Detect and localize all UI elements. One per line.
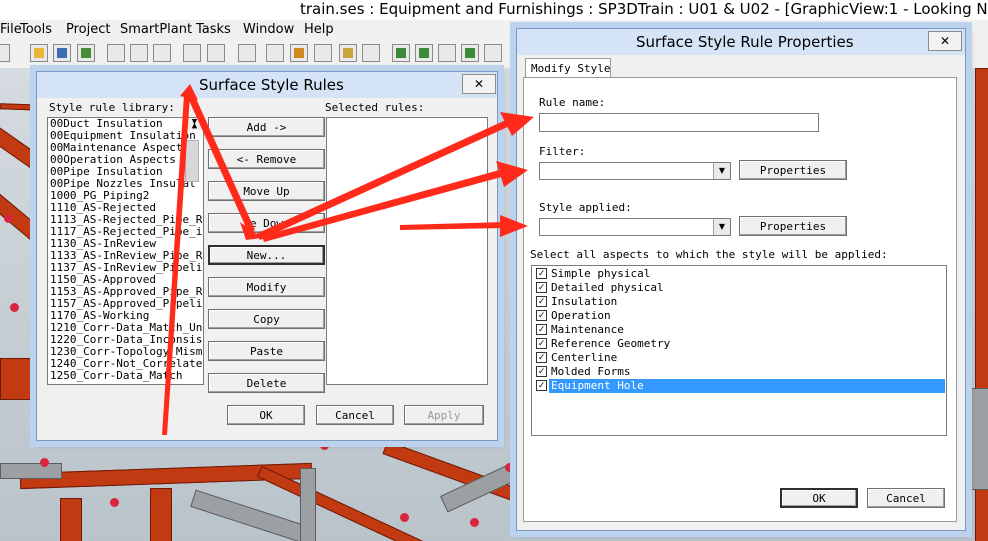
scroll-thumb[interactable] bbox=[185, 140, 199, 182]
rotate-icon[interactable] bbox=[207, 44, 225, 62]
properties-icon[interactable] bbox=[314, 44, 332, 62]
dialog-title: Surface Style Rule Properties bbox=[636, 33, 854, 51]
new-icon[interactable] bbox=[0, 44, 10, 62]
new-button[interactable]: New... bbox=[208, 245, 325, 265]
checkbox-checked-icon[interactable]: ✓ bbox=[536, 338, 547, 349]
menu-tasks[interactable]: Tasks bbox=[196, 22, 231, 37]
marker bbox=[505, 463, 514, 472]
menu-project[interactable]: Project bbox=[66, 22, 110, 37]
save-icon[interactable] bbox=[53, 44, 71, 62]
marker bbox=[4, 214, 13, 223]
select-icon[interactable] bbox=[266, 44, 284, 62]
filter-icon[interactable] bbox=[290, 44, 308, 62]
remove-button[interactable]: <- Remove bbox=[208, 149, 325, 169]
selected-rules-label: Selected rules: bbox=[325, 101, 425, 114]
cancel-button[interactable]: Cancel bbox=[316, 405, 394, 425]
ok-button[interactable]: OK bbox=[780, 488, 858, 508]
marker bbox=[400, 513, 409, 522]
move-up-button[interactable]: Move Up bbox=[208, 181, 325, 201]
dialog-title: Surface Style Rules bbox=[199, 76, 344, 94]
pipe bbox=[190, 489, 312, 541]
paste-button[interactable]: Paste bbox=[208, 341, 325, 361]
undo-icon[interactable] bbox=[238, 44, 256, 62]
close-button[interactable]: ✕ bbox=[928, 31, 962, 51]
view-icon-2[interactable] bbox=[415, 44, 433, 62]
paste-icon[interactable] bbox=[130, 44, 148, 62]
view-icon-4[interactable] bbox=[461, 44, 479, 62]
close-button[interactable]: ✕ bbox=[462, 74, 496, 94]
marker bbox=[320, 441, 329, 450]
style-rule-library-list[interactable]: 00Duct Insulation 00Equipment Insulation… bbox=[47, 117, 204, 385]
surface-style-rule-properties-dialog: Surface Style Rule Properties ✕ Modify S… bbox=[516, 28, 966, 531]
dialog-title-bar: Surface Style Rule Properties ✕ bbox=[517, 29, 965, 55]
style-applied-dropdown[interactable]: ▼ bbox=[539, 218, 731, 236]
pipe bbox=[0, 463, 62, 479]
modify-button[interactable]: Modify bbox=[208, 277, 325, 297]
measure-icon[interactable] bbox=[362, 44, 380, 62]
menu-help[interactable]: Help bbox=[304, 22, 334, 37]
refresh-icon[interactable] bbox=[77, 44, 95, 62]
view-icon-3[interactable] bbox=[438, 44, 456, 62]
dialog-title-bar: Surface Style Rules ✕ bbox=[37, 72, 497, 98]
menu-tools[interactable]: Tools bbox=[20, 22, 52, 37]
library-scrollbar[interactable]: ▲ ▼ bbox=[183, 118, 203, 182]
menu-smartplant[interactable]: SmartPlant bbox=[120, 22, 192, 37]
app-title-bar: train.ses : Equipment and Furnishings : … bbox=[0, 0, 988, 20]
marker bbox=[10, 303, 19, 312]
delete-icon[interactable] bbox=[153, 44, 171, 62]
structure-column bbox=[60, 498, 82, 541]
delete-button[interactable]: Delete bbox=[208, 373, 325, 393]
aspects-label: Select all aspects to which the style wi… bbox=[530, 248, 888, 261]
view-icon[interactable] bbox=[392, 44, 410, 62]
copy-button[interactable]: Copy bbox=[208, 309, 325, 329]
checkbox-checked-icon[interactable]: ✓ bbox=[536, 282, 547, 293]
style-rule-library-label: Style rule library: bbox=[49, 101, 175, 114]
move-icon[interactable] bbox=[183, 44, 201, 62]
filter-dropdown[interactable]: ▼ bbox=[539, 162, 731, 180]
selected-rules-list[interactable] bbox=[326, 117, 488, 385]
pipe bbox=[300, 468, 316, 541]
check-icon[interactable] bbox=[339, 44, 357, 62]
marker bbox=[110, 498, 119, 507]
checkbox-checked-icon[interactable]: ✓ bbox=[536, 324, 547, 335]
checkbox-checked-icon[interactable]: ✓ bbox=[536, 352, 547, 363]
list-item[interactable]: 1250_Corr-Data_Match bbox=[48, 370, 203, 382]
scroll-down-icon[interactable]: ▼ bbox=[184, 118, 203, 130]
checkbox-checked-icon[interactable]: ✓ bbox=[536, 296, 547, 307]
zoom-icon[interactable] bbox=[484, 44, 502, 62]
style-properties-button[interactable]: Properties bbox=[739, 216, 847, 236]
rule-name-input[interactable] bbox=[539, 113, 819, 132]
structure-column bbox=[150, 488, 172, 541]
ok-button[interactable]: OK bbox=[227, 405, 305, 425]
copy-icon[interactable] bbox=[107, 44, 125, 62]
chevron-down-icon[interactable]: ▼ bbox=[713, 219, 730, 235]
tab-label: Modify Style bbox=[531, 62, 611, 75]
add-button[interactable]: Add -> bbox=[208, 117, 325, 137]
rule-name-label: Rule name: bbox=[539, 96, 606, 109]
chevron-down-icon[interactable]: ▼ bbox=[713, 163, 730, 179]
marker bbox=[40, 458, 49, 467]
move-down-button[interactable]: ve Down bbox=[208, 213, 325, 233]
marker bbox=[470, 518, 479, 527]
checkbox-checked-icon[interactable]: ✓ bbox=[536, 380, 547, 391]
cancel-button[interactable]: Cancel bbox=[867, 488, 945, 508]
filter-label: Filter: bbox=[539, 145, 586, 158]
menu-file[interactable]: File bbox=[0, 22, 22, 37]
open-icon[interactable] bbox=[30, 44, 48, 62]
app-title: train.ses : Equipment and Furnishings : … bbox=[300, 0, 988, 18]
tab-modify-style[interactable]: Modify Style bbox=[525, 58, 611, 78]
surface-style-rules-dialog: Surface Style Rules ✕ Style rule library… bbox=[36, 71, 498, 441]
aspects-checklist[interactable]: ✓ Simple physical ✓ Detailed physical ✓ Ins… bbox=[531, 265, 947, 436]
checkbox-checked-icon[interactable]: ✓ bbox=[536, 268, 547, 279]
checkbox-checked-icon[interactable]: ✓ bbox=[536, 310, 547, 321]
style-applied-label: Style applied: bbox=[539, 201, 632, 214]
filter-properties-button[interactable]: Properties bbox=[739, 160, 847, 180]
apply-button[interactable]: Apply bbox=[404, 405, 484, 425]
checkbox-checked-icon[interactable]: ✓ bbox=[536, 366, 547, 377]
menu-window[interactable]: Window bbox=[243, 22, 294, 37]
